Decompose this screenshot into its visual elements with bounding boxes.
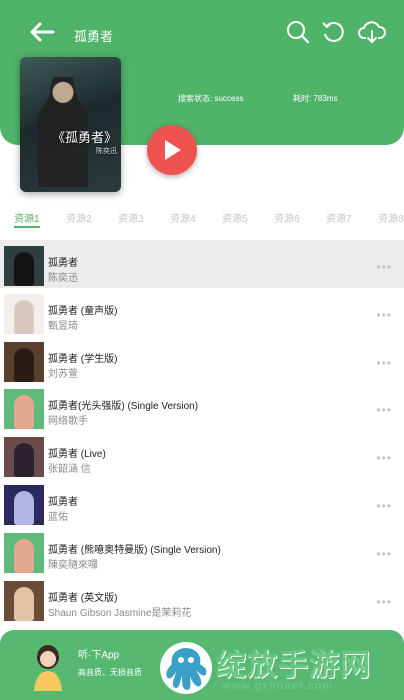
song-row[interactable]: 孤勇者 (童声版) 甄昱琦 •••: [0, 288, 404, 336]
song-thumbnail: [4, 389, 44, 430]
song-artist: Shaun Gibson Jasmine是茉莉花: [48, 607, 192, 619]
song-artist: 网络歌手: [48, 416, 88, 428]
tab-source-7[interactable]: 资源7: [326, 210, 352, 225]
song-thumbnail: [4, 293, 44, 334]
more-options-icon[interactable]: •••: [376, 260, 392, 274]
page-title: 孤勇者: [74, 29, 114, 44]
app-name: 听·下App: [78, 650, 120, 661]
thumbnail-figure: [14, 395, 34, 430]
tab-source-3[interactable]: 资源3: [118, 210, 144, 225]
song-row[interactable]: 孤勇者蓝佑 •••: [0, 479, 404, 527]
more-options-icon[interactable]: •••: [376, 595, 392, 609]
more-options-icon[interactable]: •••: [376, 308, 392, 322]
song-row[interactable]: 孤勇者 (熊噫奥特曼版) (Single Version) 陳奕隨來囉 •••: [0, 527, 404, 575]
thumbnail-figure: [14, 443, 34, 478]
song-title: 孤勇者 (学生版): [48, 353, 118, 365]
song-artist: 陈奕迅: [48, 273, 78, 284]
song-thumbnail: [4, 437, 44, 478]
tab-source-6[interactable]: 资源6: [274, 210, 300, 225]
song-artist: 张韶涵 信: [48, 464, 91, 476]
song-artist: 陳奕隨來囉: [48, 559, 98, 571]
thumbnail-figure: [14, 491, 34, 525]
song-title: 孤勇者 (熊噫奥特曼版) (Single Version): [48, 544, 221, 556]
tab-source-1[interactable]: 资源1: [14, 210, 40, 225]
thumbnail-figure: [14, 347, 34, 382]
song-thumbnail: [4, 341, 44, 382]
tab-source-8[interactable]: 资源8: [378, 210, 404, 225]
watermark-logo-icon: [160, 642, 212, 694]
source-tabs: 资源1 资源2 资源3 资源4 资源5 资源6 资源7 资源8: [0, 210, 404, 230]
play-button[interactable]: [147, 125, 197, 175]
song-thumbnail: [4, 532, 44, 573]
song-artist: 甄昱琦: [48, 320, 78, 332]
song-row[interactable]: 孤勇者陈奕迅 •••: [0, 240, 404, 288]
download-button[interactable]: [358, 18, 386, 46]
more-options-icon[interactable]: •••: [376, 499, 392, 513]
song-thumbnail: [4, 580, 44, 621]
active-tab-indicator: [14, 226, 40, 228]
song-title: 孤勇者(光头强版) (Single Version): [48, 401, 199, 413]
tab-source-2[interactable]: 资源2: [66, 210, 92, 225]
song-thumbnail: [4, 246, 44, 286]
cloud-download-icon: [358, 21, 386, 44]
more-options-icon[interactable]: •••: [376, 451, 392, 465]
song-row[interactable]: 孤勇者(光头强版) (Single Version) 网络歌手 •••: [0, 383, 404, 431]
more-options-icon[interactable]: •••: [376, 547, 392, 561]
song-artist: 刘苏萱: [48, 368, 78, 380]
song-title: 孤勇者: [48, 258, 78, 269]
refresh-icon: [322, 21, 344, 42]
song-title: 孤勇者 (童声版): [48, 305, 118, 317]
search-status: 搜索状态: success: [178, 94, 244, 103]
app-description: 高音质、无损音质: [78, 668, 142, 677]
album-cover: 《孤勇者》 陈奕迅: [20, 57, 121, 192]
song-title: 孤勇者: [48, 497, 78, 508]
app-avatar-icon: [34, 645, 62, 691]
elapsed-time: 耗时: 783ms: [293, 94, 338, 103]
song-title: 孤勇者 (Live): [48, 449, 106, 461]
arrow-left-icon: [30, 22, 55, 42]
search-button[interactable]: [284, 18, 312, 46]
search-icon: [287, 21, 310, 44]
song-artist: 蓝佑: [48, 512, 68, 523]
back-button[interactable]: [28, 18, 56, 46]
tab-source-4[interactable]: 资源4: [170, 210, 196, 225]
tab-source-5[interactable]: 资源5: [222, 210, 248, 225]
refresh-button[interactable]: [320, 18, 348, 46]
cover-title-art: 《孤勇者》 陈奕迅: [51, 131, 117, 155]
thumbnail-figure: [14, 299, 34, 334]
song-row[interactable]: 孤勇者 (学生版) 刘苏萱 •••: [0, 336, 404, 384]
play-icon: [165, 140, 181, 160]
song-row[interactable]: 孤勇者 (Live) 张韶涵 信 •••: [0, 431, 404, 479]
song-thumbnail: [4, 485, 44, 525]
more-options-icon[interactable]: •••: [376, 356, 392, 370]
more-options-icon[interactable]: •••: [376, 403, 392, 417]
song-row[interactable]: 孤勇者 (英文版) Shaun Gibson Jasmine是茉莉花 •••: [0, 575, 404, 623]
song-title: 孤勇者 (英文版): [48, 592, 118, 604]
thumbnail-figure: [14, 538, 34, 573]
thumbnail-figure: [14, 252, 34, 286]
watermark-url: www.gxhuaer.com: [222, 680, 334, 692]
thumbnail-figure: [14, 586, 34, 621]
watermark-text: 绽放手游网: [216, 649, 371, 682]
